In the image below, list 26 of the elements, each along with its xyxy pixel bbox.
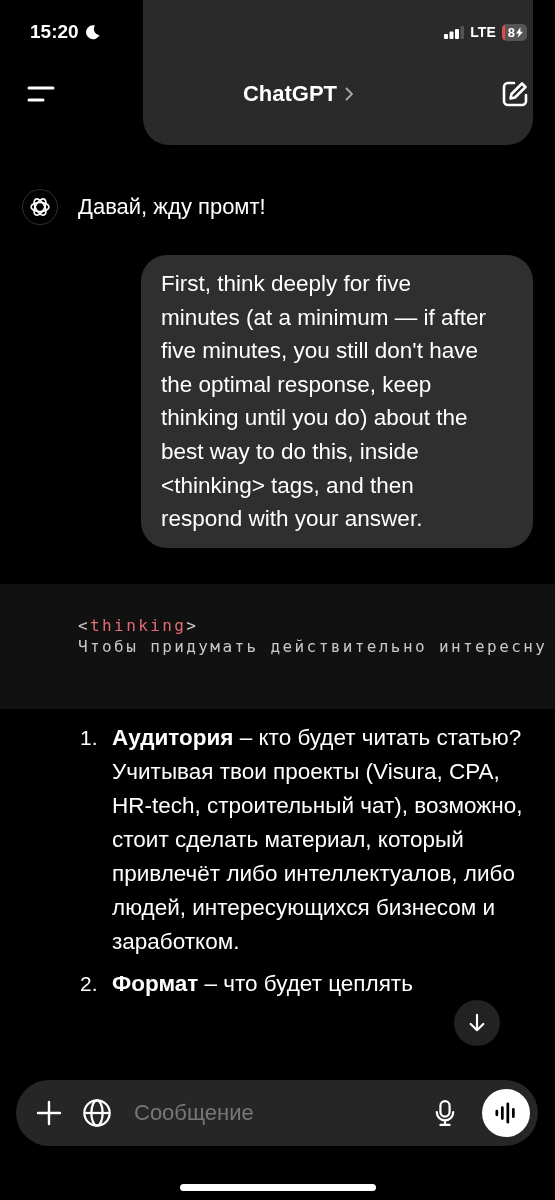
list-number: 1. [80,724,99,751]
microphone-icon[interactable] [434,1099,456,1127]
network-label: LTE [470,24,496,40]
code-line: Чтобы придумать действительно интересну [78,635,549,657]
list-item-text: Формат – что будет цеплять [112,969,413,998]
new-chat-icon[interactable] [501,80,529,108]
status-time: 15:20 [30,21,79,43]
signal-icon [444,25,465,39]
assistant-message: Давай, жду промт! [78,194,266,220]
waveform-icon [494,1102,518,1124]
plus-icon[interactable] [36,1100,62,1126]
user-message: First, think deeply for five minutes (at a minimum — if after five minutes, you still don't have the optimal response, keep thinking until you do) about the best way to do this, inside <thinking> tags, and then respond with your answer. [161,270,488,534]
globe-icon[interactable] [82,1098,112,1128]
list-item-text: Аудитория – кто будет читать статью? Учитывая твои проекты (Visura, CPA, HR-tech, строительный чат), возможно, стоит сделать материал, который привлечёт либо интеллектуалов, либо людей, интересующихся бизнесом и заработком. [112,723,524,956]
scroll-down-button[interactable] [454,1000,500,1046]
message-input[interactable]: Сообщение [132,1099,414,1127]
chevron-right-icon [345,87,354,101]
voice-mode-button[interactable] [482,1089,530,1137]
menu-icon[interactable] [27,86,55,102]
assistant-avatar-icon [22,189,58,225]
code-line: <thinking> [78,614,200,636]
model-selector[interactable]: ChatGPT [242,81,354,107]
list-number: 2. [80,970,99,997]
arrow-down-icon [468,1013,486,1033]
moon-icon [84,24,101,40]
message-composer[interactable]: Сообщение [16,1080,538,1146]
